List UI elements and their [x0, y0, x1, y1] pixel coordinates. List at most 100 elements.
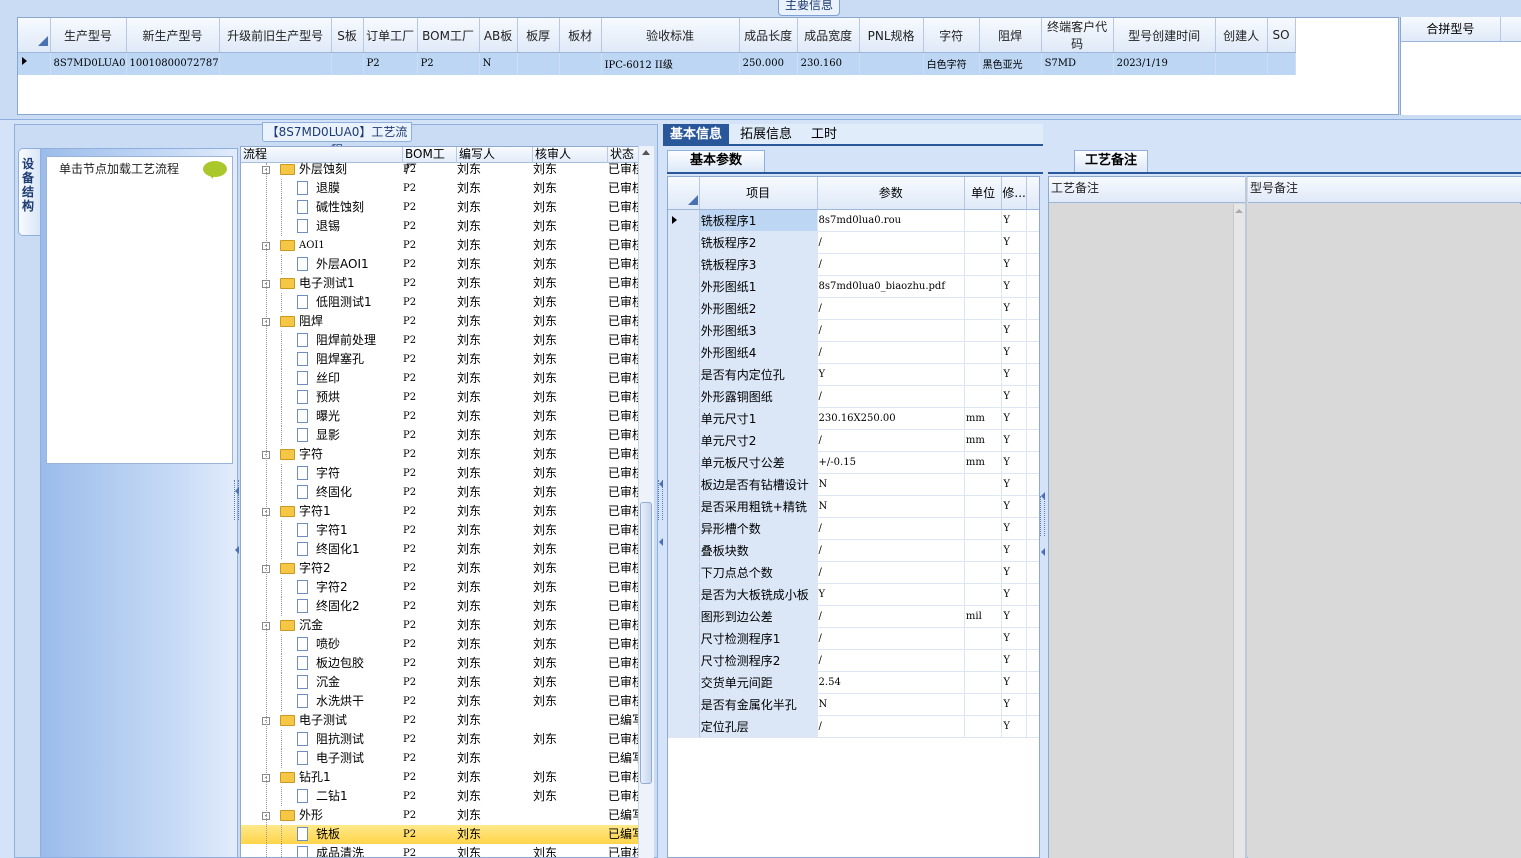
- row-indicator[interactable]: [668, 495, 700, 518]
- tab-basic-info[interactable]: 基本信息: [663, 124, 730, 146]
- tab-work-hours[interactable]: 工时: [804, 124, 844, 146]
- param-cell-edit[interactable]: Y: [1001, 473, 1027, 496]
- param-cell-item[interactable]: 板边是否有钻槽设计: [699, 473, 818, 496]
- tree-row[interactable]: 字符2 P2 刘东 刘东 已审核: [241, 578, 641, 597]
- tree-node-label[interactable]: 字符: [316, 464, 340, 483]
- main-col-header[interactable]: 生产型号: [50, 18, 127, 53]
- param-cell-item[interactable]: 单元尺寸2: [699, 429, 818, 452]
- param-row[interactable]: 图形到边公差 / mil Y: [668, 605, 1039, 628]
- main-col-header[interactable]: 新生产型号: [126, 18, 220, 53]
- param-cell-unit[interactable]: [964, 517, 1003, 540]
- param-cell-edit[interactable]: Y: [1001, 319, 1027, 342]
- param-cell-value[interactable]: 8s7md0lua0.rou: [817, 209, 965, 232]
- param-cell-edit[interactable]: Y: [1001, 275, 1027, 298]
- tree-row[interactable]: 退膜 P2 刘东 刘东 已审核: [241, 179, 641, 198]
- param-cell-edit[interactable]: Y: [1001, 341, 1027, 364]
- tree-row[interactable]: 铣板 P2 刘东 已编写: [241, 825, 641, 844]
- param-cell-edit[interactable]: Y: [1001, 231, 1027, 254]
- param-cell-edit[interactable]: Y: [1001, 253, 1027, 276]
- param-cell-item[interactable]: 交货单元间距: [699, 671, 818, 694]
- param-cell-item[interactable]: 异形槽个数: [699, 517, 818, 540]
- param-cell-item[interactable]: 单元尺寸1: [699, 407, 818, 430]
- param-cell-edit[interactable]: Y: [1001, 407, 1027, 430]
- craft-note-field[interactable]: [1049, 204, 1233, 858]
- process-flow-tree[interactable]: 流程 BOM工厂 编写人 核审人 状态 - 外层蚀刻 P2 刘东 刘东 已审核 退膜 P2 刘东 刘东 已审…: [240, 146, 654, 858]
- row-indicator[interactable]: [668, 649, 700, 672]
- param-row[interactable]: 铣板程序1 8s7md0lua0.rou Y: [668, 209, 1039, 232]
- tree-node-label[interactable]: AOI1: [299, 236, 325, 255]
- param-cell-edit[interactable]: Y: [1001, 671, 1027, 694]
- param-cell-item[interactable]: 尺寸检测程序1: [699, 627, 818, 650]
- tree-node-label[interactable]: 字符1: [299, 502, 331, 521]
- tree-row[interactable]: 喷砂 P2 刘东 刘东 已审核: [241, 635, 641, 654]
- tree-node-label[interactable]: 沉金: [299, 616, 323, 635]
- param-cell-item[interactable]: 外形图纸2: [699, 297, 818, 320]
- tree-node-label[interactable]: 退锡: [316, 217, 340, 236]
- tree-node-label[interactable]: 终固化2: [316, 597, 360, 616]
- main-cell[interactable]: [559, 52, 602, 75]
- tree-node-label[interactable]: 外层蚀刻: [299, 160, 347, 179]
- tree-node-label[interactable]: 外层AOI1: [316, 255, 369, 274]
- tree-row[interactable]: - AOI1 P2 刘东 刘东 已审核: [241, 236, 641, 255]
- scroll-up-icon[interactable]: [1235, 209, 1243, 213]
- tree-row[interactable]: 板边包胶 P2 刘东 刘东 已审核: [241, 654, 641, 673]
- tree-row[interactable]: 终固化 P2 刘东 刘东 已审核: [241, 483, 641, 502]
- param-cell-value[interactable]: N: [817, 693, 965, 716]
- param-cell-unit[interactable]: mm: [964, 407, 1003, 430]
- param-cell-edit[interactable]: Y: [1001, 649, 1027, 672]
- param-cell-value[interactable]: /: [817, 385, 965, 408]
- tab-extended-info[interactable]: 拓展信息: [733, 124, 799, 146]
- model-note-header[interactable]: 型号备注: [1248, 177, 1521, 203]
- main-col-header[interactable]: 升级前旧生产型号: [219, 18, 332, 53]
- tree-row[interactable]: 字符 P2 刘东 刘东 已审核: [241, 464, 641, 483]
- collapse-left-icon[interactable]: [1041, 492, 1045, 500]
- param-col-header[interactable]: 单位: [964, 177, 1003, 210]
- tree-node-label[interactable]: 终固化1: [316, 540, 360, 559]
- param-col-header[interactable]: 项目: [699, 177, 818, 210]
- param-cell-unit[interactable]: [964, 341, 1003, 364]
- param-cell-unit[interactable]: [964, 649, 1003, 672]
- param-cell-unit[interactable]: [964, 231, 1003, 254]
- param-row[interactable]: 叠板块数 / Y: [668, 539, 1039, 562]
- param-cell-value[interactable]: +/-0.15: [817, 451, 965, 474]
- main-info-row[interactable]: 8S7MD0LUA0 10010800072787 P2 P2 N IPC-6012 II…: [18, 52, 1296, 75]
- scroll-up-icon[interactable]: [642, 150, 650, 155]
- param-cell-value[interactable]: /: [817, 627, 965, 650]
- main-cell[interactable]: [331, 52, 364, 75]
- tree-node-label[interactable]: 字符1: [316, 521, 348, 540]
- param-cell-item[interactable]: 铣板程序1: [699, 209, 818, 232]
- tree-row[interactable]: - 电子测试1 P2 刘东 刘东 已审核: [241, 274, 641, 293]
- row-indicator[interactable]: [668, 385, 700, 408]
- main-col-header[interactable]: 成品宽度: [797, 18, 860, 53]
- param-row[interactable]: 是否有金属化半孔 N Y: [668, 693, 1039, 716]
- param-cell-item[interactable]: 图形到边公差: [699, 605, 818, 628]
- row-indicator[interactable]: [668, 253, 700, 276]
- tree-row[interactable]: - 钻孔1 P2 刘东 刘东 已审核: [241, 768, 641, 787]
- param-cell-value[interactable]: /: [817, 231, 965, 254]
- param-cell-value[interactable]: /: [817, 649, 965, 672]
- param-cell-edit[interactable]: Y: [1001, 451, 1027, 474]
- splitter-handle[interactable]: [234, 480, 239, 520]
- tree-row[interactable]: 预烘 P2 刘东 刘东 已审核: [241, 388, 641, 407]
- row-indicator[interactable]: [668, 297, 700, 320]
- param-cell-unit[interactable]: [964, 671, 1003, 694]
- tree-node-label[interactable]: 字符: [299, 445, 323, 464]
- tree-node-label[interactable]: 终固化: [316, 483, 352, 502]
- tab-equipment-structure[interactable]: 设备结构: [18, 148, 40, 236]
- main-cell[interactable]: 10010800072787: [126, 52, 220, 75]
- param-row[interactable]: 交货单元间距 2.54 Y: [668, 671, 1039, 694]
- main-cell[interactable]: [219, 52, 332, 75]
- param-cell-unit[interactable]: [964, 253, 1003, 276]
- param-cell-edit[interactable]: Y: [1001, 539, 1027, 562]
- main-col-header[interactable]: 创建人: [1215, 18, 1268, 53]
- tree-row[interactable]: 沉金 P2 刘东 刘东 已审核: [241, 673, 641, 692]
- model-note-field[interactable]: [1248, 204, 1521, 858]
- param-row[interactable]: 尺寸检测程序1/ Y: [668, 627, 1039, 650]
- row-indicator[interactable]: [668, 275, 700, 298]
- tree-row[interactable]: 阻焊塞孔 P2 刘东 刘东 已审核: [241, 350, 641, 369]
- tree-row[interactable]: 终固化1 P2 刘东 刘东 已审核: [241, 540, 641, 559]
- param-cell-edit[interactable]: Y: [1001, 363, 1027, 386]
- param-cell-unit[interactable]: mm: [964, 451, 1003, 474]
- main-cell[interactable]: 2023/1/19: [1113, 52, 1216, 75]
- tree-row[interactable]: - 阻焊 P2 刘东 刘东 已审核: [241, 312, 641, 331]
